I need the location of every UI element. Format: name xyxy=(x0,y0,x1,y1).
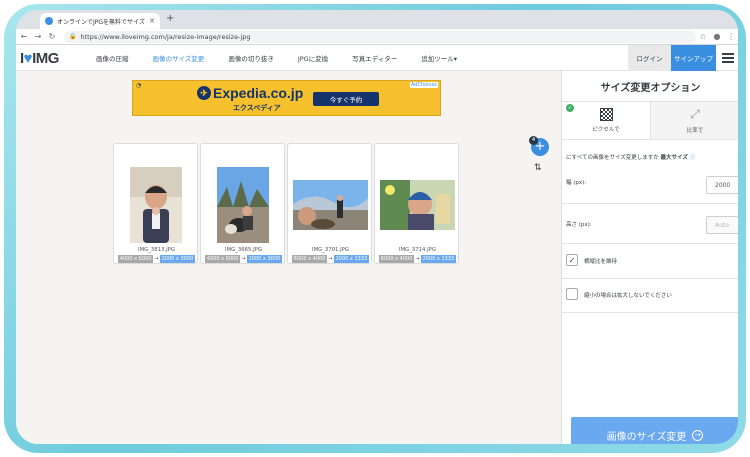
no-upscale-row: 縮小の場合は拡大しないでください xyxy=(562,279,738,313)
favicon-icon xyxy=(45,17,53,25)
original-size: 4000 x 6000 xyxy=(204,255,241,263)
more-icon[interactable]: ⋮ xyxy=(724,32,738,41)
no-upscale-checkbox[interactable] xyxy=(566,288,578,300)
ad-logo-icon: ◔ xyxy=(136,82,142,89)
new-size: 2000 x 1333 xyxy=(420,255,457,263)
keep-ratio-label: 横縦比を維持 xyxy=(584,259,618,265)
url-text: https://www.iloveimg.com/ja/resize-image… xyxy=(80,32,251,41)
options-panel: サイズ変更オプション ✓ ピクセルで ⤢ 比率で にすべての画像をサイズ変更しま… xyxy=(561,71,738,444)
width-row: 幅 (px): 2000 xyxy=(562,166,738,204)
image-card[interactable]: IMG_3701.JPG 6000 x 4000 → 2000 x 1333 xyxy=(287,143,372,264)
resize-question: にすべての画像をサイズ変更しますか 最大サイズ ⓘ xyxy=(566,155,696,161)
heart-icon: ♥ xyxy=(23,50,33,67)
hamburger-menu-icon[interactable] xyxy=(722,53,734,63)
menu-convert-jpg[interactable]: JPGに変換 xyxy=(298,53,328,63)
new-size: 2000 x 1333 xyxy=(333,255,370,263)
height-row: 高さ (px): Auto xyxy=(562,204,738,244)
new-size: 2000 x 3000 xyxy=(159,255,196,263)
image-filename: IMG_3665.JPG xyxy=(225,247,262,253)
image-card[interactable]: IMG_3714.JPG 6000 x 4000 → 2000 x 1333 xyxy=(374,143,459,264)
plane-icon: ✈ xyxy=(197,86,211,100)
workspace: ◔ AdChoices ✈ Expedia.co.jp エクスペディア 今すぐ予約… xyxy=(16,71,561,444)
star-icon[interactable]: ☆ xyxy=(696,32,710,41)
image-dimensions: 4000 x 6000 → 2000 x 3000 xyxy=(114,255,199,263)
login-button[interactable]: ログイン xyxy=(628,45,671,71)
resize-images-button[interactable]: 画像のサイズ変更 → xyxy=(571,417,738,444)
site-header: I♥IMG 画像の圧縮 画像のサイズ変更 画像の切り抜き JPGに変換 写真エデ… xyxy=(16,45,738,71)
image-filename: IMG_3714.JPG xyxy=(399,247,436,253)
arrow-right-icon: → xyxy=(154,256,159,262)
image-card[interactable]: IMG_3665.JPG 4000 x 6000 → 2000 x 3000 xyxy=(200,143,285,264)
image-dimensions: 6000 x 4000 → 2000 x 1333 xyxy=(288,255,373,263)
menu-compress[interactable]: 画像の圧縮 xyxy=(96,53,129,63)
keep-ratio-checkbox[interactable]: ✓ xyxy=(566,254,578,266)
height-label: 高さ (px): xyxy=(566,222,592,228)
no-upscale-label: 縮小の場合は拡大しないでください xyxy=(584,293,672,299)
forward-icon[interactable]: → xyxy=(32,32,44,41)
menu-photo-editor[interactable]: 写真エディター xyxy=(352,53,397,63)
tab-title: オンラインでJPGを無料でサイズ変更 xyxy=(57,18,145,26)
new-size: 2000 x 3000 xyxy=(246,255,283,263)
menu-crop[interactable]: 画像の切り抜き xyxy=(228,53,274,63)
original-size: 6000 x 4000 xyxy=(291,255,328,263)
url-field[interactable]: 🔒 https://www.iloveimg.com/ja/resize-ima… xyxy=(64,30,696,43)
logo[interactable]: I♥IMG xyxy=(20,50,59,67)
tab-by-pixels[interactable]: ✓ ピクセルで xyxy=(562,102,651,139)
address-bar: ← → ↻ 🔒 https://www.iloveimg.com/ja/resi… xyxy=(16,29,738,45)
ad-subtitle: エクスペディア xyxy=(233,104,281,112)
sort-icon[interactable]: ⇅ xyxy=(534,163,542,173)
arrow-circle-icon: → xyxy=(692,429,704,441)
pixels-icon xyxy=(599,108,613,121)
signup-button[interactable]: サインアップ xyxy=(671,45,716,71)
photo-thumbnail xyxy=(380,180,455,230)
original-size: 6000 x 4000 xyxy=(378,255,415,263)
resize-mode-tabs: ✓ ピクセルで ⤢ 比率で xyxy=(562,101,738,140)
width-label: 幅 (px): xyxy=(566,180,587,186)
photo-thumbnail xyxy=(130,167,182,243)
new-tab-icon[interactable]: + xyxy=(166,13,174,24)
image-count-badge: 4 xyxy=(529,136,538,145)
image-filename: IMG_3701.JPG xyxy=(312,247,349,253)
image-dimensions: 6000 x 4000 → 2000 x 1333 xyxy=(375,255,460,263)
ad-banner[interactable]: ◔ AdChoices ✈ Expedia.co.jp エクスペディア 今すぐ予約 xyxy=(132,80,441,116)
tab-by-percent-label: 比率で xyxy=(686,128,704,134)
menu-resize[interactable]: 画像のサイズ変更 xyxy=(153,53,205,63)
width-input[interactable]: 2000 xyxy=(706,176,738,194)
photo-thumbnail xyxy=(293,180,368,230)
percent-icon: ⤢ xyxy=(690,107,700,121)
keep-ratio-row: ✓ 横縦比を維持 xyxy=(562,244,738,279)
main-menu: 画像の圧縮 画像のサイズ変更 画像の切り抜き JPGに変換 写真エディター 追加… xyxy=(96,45,481,71)
menu-more-tools[interactable]: 追加ツール▾ xyxy=(421,53,457,63)
resize-images-label: 画像のサイズ変更 xyxy=(606,431,687,443)
adchoices-icon[interactable]: AdChoices xyxy=(409,82,438,88)
help-icon[interactable]: ⓘ xyxy=(690,155,696,161)
image-filename: IMG_3813.JPG xyxy=(138,247,175,253)
profile-icon[interactable]: ● xyxy=(710,32,724,41)
original-size: 4000 x 6000 xyxy=(117,255,154,263)
image-card[interactable]: IMG_3813.JPG 4000 x 6000 → 2000 x 3000 xyxy=(113,143,198,264)
photo-thumbnail xyxy=(217,167,269,243)
back-icon[interactable]: ← xyxy=(18,32,30,41)
tab-by-pixels-label: ピクセルで xyxy=(592,127,620,133)
ad-cta-button[interactable]: 今すぐ予約 xyxy=(313,92,379,106)
tab-bar: オンラインでJPGを無料でサイズ変更 ✕ + xyxy=(16,10,738,29)
tab-by-percent[interactable]: ⤢ 比率で xyxy=(651,102,738,139)
arrow-right-icon: → xyxy=(241,256,246,262)
reload-icon[interactable]: ↻ xyxy=(46,32,58,41)
arrow-right-icon: → xyxy=(415,256,420,262)
close-tab-icon[interactable]: ✕ xyxy=(149,17,155,25)
check-icon: ✓ xyxy=(566,104,574,112)
image-dimensions: 4000 x 6000 → 2000 x 3000 xyxy=(201,255,286,263)
browser-window: オンラインでJPGを無料でサイズ変更 ✕ + ← → ↻ 🔒 https://w… xyxy=(16,10,738,444)
arrow-right-icon: → xyxy=(328,256,333,262)
ad-brand: ✈ Expedia.co.jp xyxy=(197,85,303,101)
height-input[interactable]: Auto xyxy=(706,216,738,234)
lock-icon: 🔒 xyxy=(69,33,77,40)
browser-tab[interactable]: オンラインでJPGを無料でサイズ変更 ✕ xyxy=(40,13,160,29)
panel-title: サイズ変更オプション xyxy=(600,83,701,94)
